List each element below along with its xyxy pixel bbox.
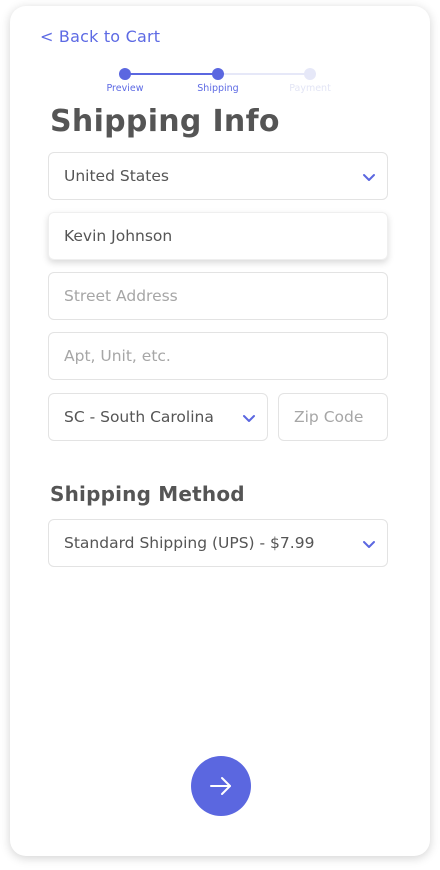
shipping-method-select[interactable]: Standard Shipping (UPS) - $7.99: [48, 519, 388, 567]
chevron-down-icon: [363, 174, 375, 181]
country-select[interactable]: United States: [48, 152, 388, 200]
zip-code-placeholder: Zip Code: [294, 408, 364, 426]
step-dot-preview[interactable]: [119, 68, 131, 80]
country-select-value: United States: [64, 167, 169, 185]
arrow-right-icon: [210, 777, 231, 795]
step-dot-payment: [304, 68, 316, 80]
street-address-field[interactable]: Street Address: [48, 272, 388, 320]
next-button[interactable]: [191, 756, 251, 816]
progress-line-complete: [125, 73, 218, 75]
page-title: Shipping Info: [50, 104, 280, 139]
progress-line-upcoming: [218, 73, 310, 75]
back-to-cart-link[interactable]: < Back to Cart: [40, 27, 160, 46]
street-address-placeholder: Street Address: [64, 287, 178, 305]
zip-code-field[interactable]: Zip Code: [278, 393, 388, 441]
step-dot-shipping[interactable]: [212, 68, 224, 80]
step-label-preview: Preview: [106, 83, 144, 94]
step-label-payment: Payment: [289, 83, 331, 94]
full-name-field[interactable]: Kevin Johnson: [48, 212, 388, 260]
state-select[interactable]: SC - South Carolina: [48, 393, 268, 441]
step-label-shipping: Shipping: [197, 83, 239, 94]
apt-unit-field[interactable]: Apt, Unit, etc.: [48, 332, 388, 380]
shipping-method-title: Shipping Method: [50, 482, 245, 506]
apt-unit-placeholder: Apt, Unit, etc.: [64, 347, 171, 365]
chevron-down-icon: [363, 541, 375, 548]
shipping-method-value: Standard Shipping (UPS) - $7.99: [64, 534, 315, 552]
full-name-value: Kevin Johnson: [64, 227, 173, 245]
state-select-value: SC - South Carolina: [64, 408, 214, 426]
chevron-down-icon: [243, 415, 255, 422]
